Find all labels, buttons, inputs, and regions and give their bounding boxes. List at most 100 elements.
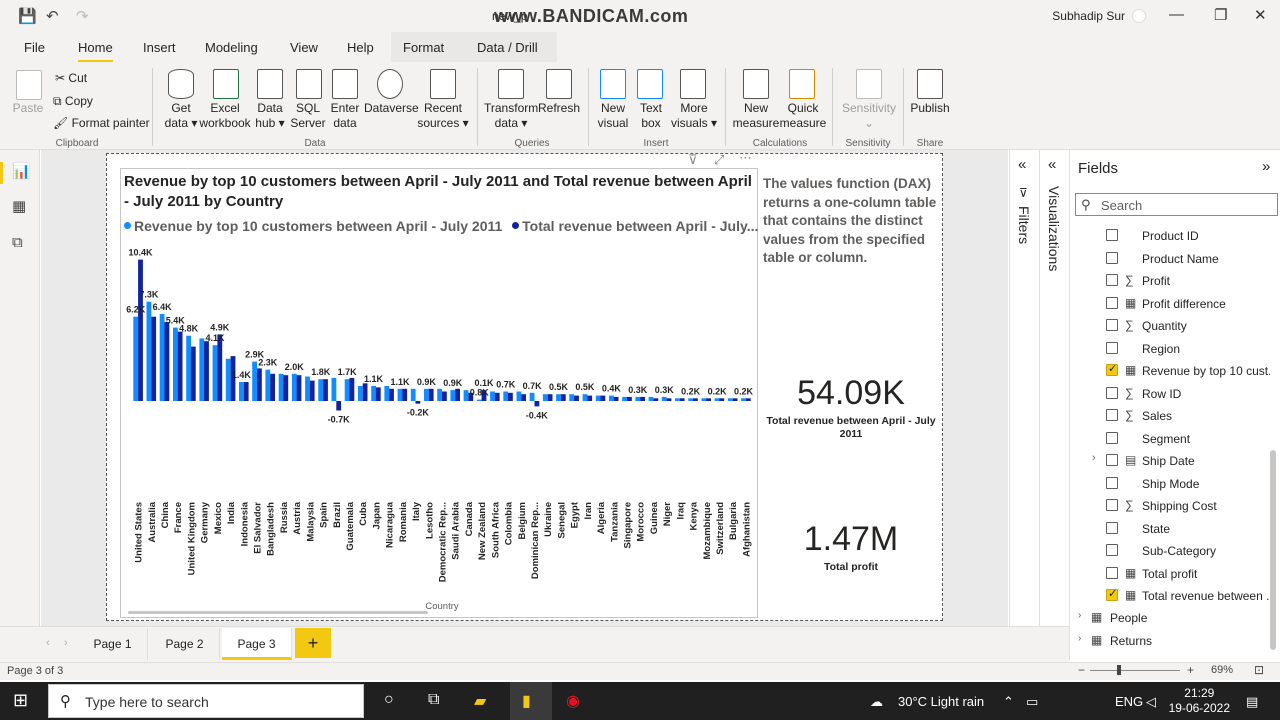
chart-bar[interactable] (371, 386, 376, 401)
collapse-filters-icon[interactable]: « (1018, 156, 1026, 173)
menu-data-drill[interactable]: Data / Drill (477, 40, 538, 55)
paste-button[interactable]: Paste (10, 101, 46, 116)
field-checkbox[interactable] (1106, 386, 1118, 399)
chart-bar[interactable] (635, 396, 641, 401)
chart-bar[interactable] (186, 335, 191, 401)
chart-bar[interactable] (305, 376, 310, 402)
field-checkbox[interactable] (1106, 544, 1118, 556)
chart-bar[interactable] (450, 390, 456, 401)
chart-bar[interactable] (323, 379, 328, 401)
undo-icon[interactable]: ↶ (46, 7, 59, 25)
model-view-icon[interactable]: ⧉ (12, 234, 30, 251)
avatar[interactable] (1132, 9, 1146, 23)
chart-bar[interactable] (706, 398, 711, 401)
chart-bar[interactable] (521, 394, 526, 401)
dataverse-button[interactable]: Dataverse (364, 101, 419, 116)
chart-bar[interactable] (741, 398, 746, 401)
field-item[interactable]: ∑ Sales (1076, 405, 1276, 427)
chart-bar[interactable] (357, 386, 363, 401)
excel-workbook-button[interactable]: Excel workbook (198, 101, 252, 131)
field-item[interactable]: ▦ Total profit (1076, 563, 1276, 585)
field-item[interactable]: ∑ Profit (1076, 270, 1276, 292)
table-item[interactable]: › ▦ People (1076, 607, 1276, 629)
chart-bar[interactable] (415, 401, 421, 404)
data-hub-button[interactable]: Data hub ▾ (250, 101, 290, 131)
windows-start-icon[interactable]: ⊞ (13, 690, 28, 711)
zoom-out-icon[interactable]: − (1078, 663, 1085, 677)
chart-bar[interactable] (309, 380, 315, 401)
chart-bar[interactable] (653, 398, 659, 401)
file-explorer-icon[interactable]: ▰ (474, 691, 486, 711)
prev-page-icon[interactable]: ‹ (46, 637, 50, 649)
copy-button[interactable]: ⧉ Copy (53, 94, 93, 109)
chart-bar[interactable] (622, 396, 627, 401)
chart-bar[interactable] (745, 398, 751, 401)
chart-bar[interactable] (661, 396, 667, 401)
chart-bar[interactable] (344, 379, 350, 401)
menu-home[interactable]: Home (78, 40, 113, 63)
field-item[interactable]: Segment (1076, 428, 1276, 450)
expand-chevron-icon[interactable]: › (1092, 452, 1096, 464)
chart-bar[interactable] (732, 398, 738, 401)
chart-bar[interactable] (243, 382, 249, 401)
page-tab-1[interactable]: Page 1 (78, 628, 148, 660)
chart-bar[interactable] (239, 382, 244, 401)
clock[interactable]: 21:29 19-06-2022 (1169, 686, 1230, 716)
more-visuals-button[interactable]: More visuals ▾ (668, 101, 720, 131)
chart-bar[interactable] (595, 395, 601, 401)
chart-bar[interactable] (424, 388, 429, 401)
field-checkbox[interactable] (1106, 362, 1118, 376)
chart-bar[interactable] (569, 394, 575, 401)
field-checkbox[interactable] (1106, 476, 1118, 489)
chart-bar[interactable] (257, 368, 262, 401)
field-item[interactable]: ▦ Profit difference (1076, 293, 1276, 315)
redo-icon[interactable]: ↷ (76, 7, 89, 25)
language-indicator[interactable]: ENG (1115, 694, 1143, 709)
chart-bar[interactable] (688, 398, 694, 401)
field-item[interactable]: State (1076, 518, 1276, 540)
chart-bar[interactable] (212, 345, 218, 401)
field-checkbox[interactable] (1106, 454, 1118, 466)
weather-text[interactable]: 30°C Light rain (898, 694, 984, 709)
format-painter-button[interactable]: 🖌 Format painter (53, 116, 150, 131)
maximize-icon[interactable]: ❐ (1214, 6, 1227, 24)
chart-bar[interactable] (542, 394, 548, 401)
menu-modeling[interactable]: Modeling (205, 40, 258, 55)
expand-visualizations-icon[interactable]: « (1048, 156, 1056, 173)
chart-bar[interactable] (265, 369, 271, 401)
chart-bar[interactable] (384, 386, 390, 401)
chart-bar[interactable] (410, 388, 416, 401)
field-checkbox[interactable] (1106, 229, 1118, 241)
report-view-icon[interactable]: 📊 (12, 162, 31, 180)
fields-scrollbar[interactable] (1270, 450, 1276, 650)
chart-bar[interactable] (529, 392, 535, 401)
chart-bar[interactable] (600, 395, 606, 401)
page-tab-3[interactable]: Page 3 (222, 628, 292, 660)
zoom-in-icon[interactable]: + (1187, 663, 1194, 677)
field-item[interactable]: Product Name (1076, 248, 1276, 270)
chart-bar[interactable] (587, 395, 593, 401)
field-checkbox[interactable] (1106, 521, 1118, 534)
table-item[interactable]: › ▦ Returns (1076, 630, 1276, 652)
focus-mode-icon[interactable]: ⤢ (714, 152, 724, 168)
chart-bar[interactable] (560, 394, 566, 401)
data-view-icon[interactable]: ▦ (12, 197, 30, 215)
new-measure-button[interactable]: New measure (732, 101, 780, 131)
field-item[interactable]: › ▤ Ship Date (1076, 450, 1276, 472)
chart-bar[interactable] (336, 401, 342, 411)
field-item[interactable]: ▦ Total revenue between ... (1076, 585, 1276, 607)
chart-bar[interactable] (270, 373, 275, 401)
field-item[interactable]: ∑ Shipping Cost (1076, 495, 1276, 517)
more-options-icon[interactable]: ⋯ (739, 150, 752, 166)
chart-bar[interactable] (714, 398, 720, 401)
chart-bar[interactable] (719, 398, 725, 401)
field-checkbox[interactable] (1106, 566, 1118, 579)
close-icon[interactable]: ✕ (1254, 6, 1267, 24)
menu-file[interactable]: File (24, 40, 45, 55)
chart-bar[interactable] (547, 394, 553, 401)
chart-bar[interactable] (349, 377, 355, 401)
chart-bar[interactable] (190, 346, 196, 401)
chart-bar[interactable] (278, 373, 284, 401)
chart-bar[interactable] (159, 314, 165, 401)
chart-bar[interactable] (252, 361, 257, 401)
